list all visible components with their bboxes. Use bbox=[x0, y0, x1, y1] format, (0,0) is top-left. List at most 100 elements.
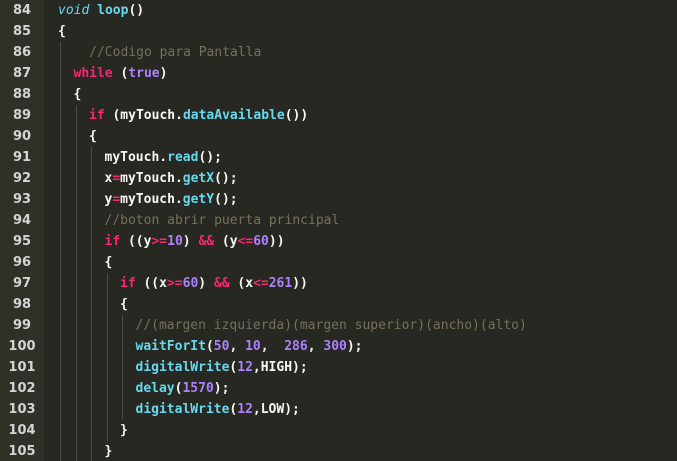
code-line[interactable]: 103 digitalWrite(12,LOW); bbox=[0, 399, 677, 420]
code-text[interactable]: //(margen izquierda)(margen superior)(an… bbox=[136, 315, 527, 336]
code-token: { bbox=[104, 255, 113, 270]
code-text[interactable]: waitForIt(50, 10, 286, 300); bbox=[136, 336, 363, 357]
indent-guide bbox=[60, 105, 61, 126]
indent-guide bbox=[91, 378, 92, 399]
indent-guide bbox=[75, 231, 77, 252]
code-text[interactable]: { bbox=[120, 294, 128, 315]
code-token: )) bbox=[292, 276, 308, 291]
code-token: if bbox=[104, 234, 121, 249]
indent-guide bbox=[60, 399, 61, 420]
code-text[interactable]: while (true) bbox=[74, 63, 168, 84]
line-number: 99 bbox=[12, 318, 32, 333]
code-line[interactable]: 89 if (myTouch.dataAvailable()) bbox=[0, 105, 677, 126]
indent-guide bbox=[91, 210, 92, 231]
code-token: () bbox=[128, 3, 145, 18]
code-token: ( bbox=[205, 339, 214, 354]
code-token: ,LOW); bbox=[252, 402, 300, 417]
code-line[interactable]: 86 //Codigo para Pantalla bbox=[0, 42, 677, 63]
code-line[interactable]: 100 waitForIt(50, 10, 286, 300); bbox=[0, 336, 677, 357]
indent-guide bbox=[106, 399, 108, 420]
code-line[interactable]: 92 x=myTouch.getX(); bbox=[0, 168, 677, 189]
indent-guide bbox=[75, 357, 77, 378]
code-line[interactable]: 85 { bbox=[0, 21, 677, 42]
code-token: >= bbox=[166, 276, 183, 291]
code-line[interactable]: 102 delay(1570); bbox=[0, 378, 677, 399]
code-token: ,HIGH); bbox=[252, 360, 308, 375]
code-line[interactable]: 94 //boton abrir puerta principal bbox=[0, 210, 677, 231]
code-line[interactable]: 96 { bbox=[0, 252, 677, 273]
code-line[interactable]: 95 if ((y>=10) && (y<=60)) bbox=[0, 231, 677, 252]
line-number: 92 bbox=[12, 171, 32, 186]
line-number: 87 bbox=[12, 66, 32, 81]
code-text[interactable]: } bbox=[120, 420, 128, 441]
line-number: 98 bbox=[12, 297, 32, 312]
code-token: ( bbox=[112, 66, 129, 81]
code-token: 1570 bbox=[182, 381, 214, 396]
code-text[interactable]: void loop() bbox=[58, 0, 144, 21]
code-line[interactable]: 98 { bbox=[0, 294, 677, 315]
indent-guide bbox=[60, 315, 61, 336]
code-text[interactable]: x=myTouch.getX(); bbox=[105, 168, 238, 189]
indent-guide bbox=[75, 441, 77, 461]
code-token: if bbox=[89, 108, 105, 123]
indent-guide bbox=[60, 63, 61, 84]
code-line[interactable]: 105} bbox=[0, 441, 677, 461]
code-line[interactable]: 90 { bbox=[0, 126, 677, 147]
indent-guide bbox=[60, 273, 61, 294]
code-token: , bbox=[260, 339, 285, 354]
code-text[interactable]: delay(1570); bbox=[136, 378, 230, 399]
line-number: 86 bbox=[12, 45, 32, 60]
code-text[interactable]: //boton abrir puerta principal bbox=[105, 210, 340, 231]
code-text[interactable]: digitalWrite(12,HIGH); bbox=[136, 357, 308, 378]
indent-guide bbox=[106, 315, 108, 336]
code-token: ((y bbox=[120, 234, 152, 249]
code-text[interactable]: myTouch.read(); bbox=[105, 147, 222, 168]
code-text[interactable]: { bbox=[58, 21, 66, 42]
indent-guide bbox=[60, 420, 61, 441]
indent-guide bbox=[106, 294, 108, 315]
code-text[interactable]: } bbox=[105, 441, 113, 461]
code-line[interactable]: 99 //(margen izquierda)(margen superior)(… bbox=[0, 315, 677, 336]
code-token: >= bbox=[151, 234, 168, 249]
indent-guide bbox=[106, 420, 108, 441]
code-line[interactable]: 87 while (true) bbox=[0, 63, 677, 84]
code-line[interactable]: 84 void loop() bbox=[0, 0, 677, 21]
indent-guide bbox=[60, 336, 61, 357]
code-text[interactable]: if (myTouch.dataAvailable()) bbox=[89, 105, 308, 126]
indent-guide bbox=[91, 315, 92, 336]
code-text[interactable]: digitalWrite(12,LOW); bbox=[136, 399, 300, 420]
code-line[interactable]: 88 { bbox=[0, 84, 677, 105]
code-line[interactable]: 93 y=myTouch.getY(); bbox=[0, 189, 677, 210]
indent-guide bbox=[60, 84, 61, 105]
code-token: { bbox=[73, 87, 82, 102]
code-text[interactable]: { bbox=[74, 84, 82, 105]
code-token: (x bbox=[229, 276, 254, 291]
indent-guide bbox=[122, 315, 123, 336]
code-line[interactable]: 104} bbox=[0, 420, 677, 441]
code-text[interactable]: { bbox=[89, 126, 97, 147]
indent-guide bbox=[60, 189, 61, 210]
line-number: 94 bbox=[12, 213, 32, 228]
indent-guide bbox=[122, 399, 123, 420]
line-number: 102 bbox=[8, 381, 36, 396]
line-number: 84 bbox=[12, 3, 32, 18]
code-text[interactable]: //Codigo para Pantalla bbox=[74, 42, 261, 63]
code-text[interactable]: if ((y>=10) && (y<=60)) bbox=[105, 231, 285, 252]
code-token: (myTouch. bbox=[104, 108, 183, 123]
code-editor[interactable]: 84 void loop() 85{86 //Codigo para Pantall… bbox=[0, 0, 677, 461]
code-line[interactable]: 91 myTouch.read(); bbox=[0, 147, 677, 168]
code-token: //boton abrir puerta principal bbox=[104, 213, 340, 228]
code-token: { bbox=[89, 129, 97, 144]
code-token: dataAvailable bbox=[182, 108, 285, 123]
code-text[interactable]: y=myTouch.getY(); bbox=[105, 189, 238, 210]
code-token: = bbox=[112, 192, 121, 207]
code-text[interactable]: { bbox=[105, 252, 113, 273]
code-token: 12 bbox=[237, 402, 253, 417]
code-line[interactable]: 97 if ((x>=60) && (x<=261)) bbox=[0, 273, 677, 294]
code-text[interactable]: if ((x>=60) && (x<=261)) bbox=[120, 273, 308, 294]
indent-guide bbox=[91, 420, 92, 441]
code-line[interactable]: 101 digitalWrite(12,HIGH); bbox=[0, 357, 677, 378]
indent-guide bbox=[106, 357, 108, 378]
indent-guide bbox=[91, 252, 92, 273]
